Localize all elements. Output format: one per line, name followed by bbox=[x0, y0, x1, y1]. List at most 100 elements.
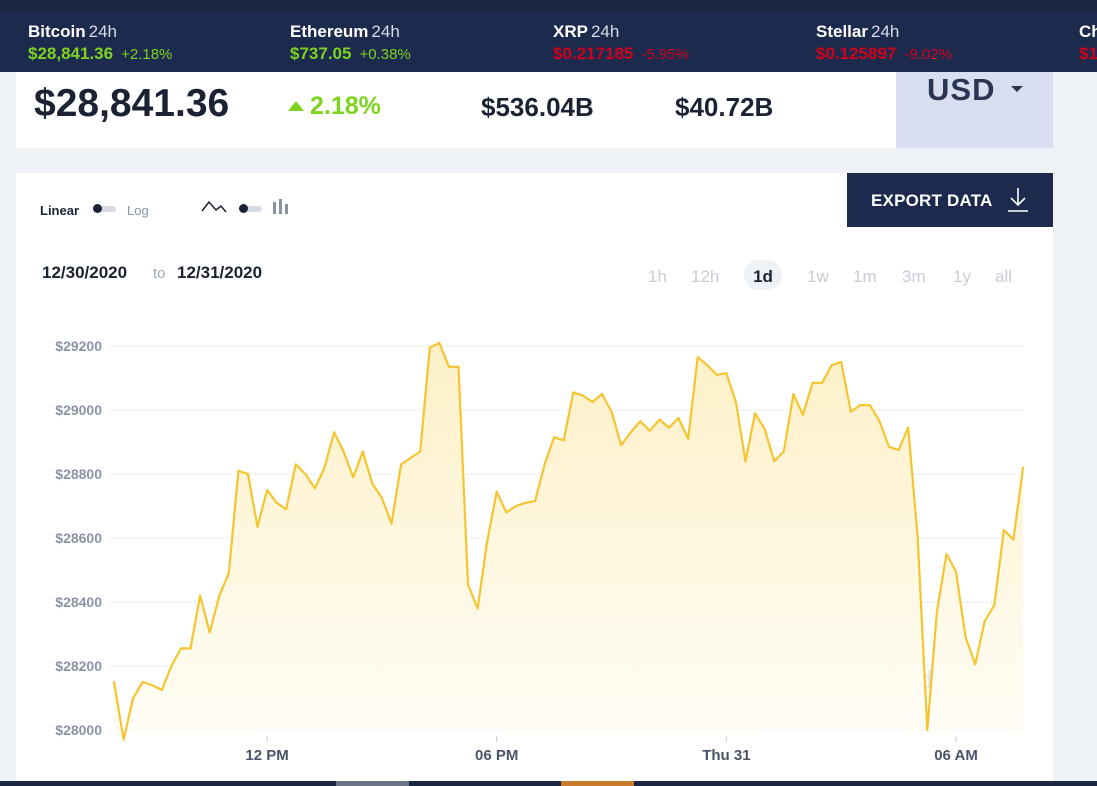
price-point bbox=[112, 680, 116, 684]
bottom-scrollbar bbox=[0, 781, 1097, 786]
price-point bbox=[696, 356, 699, 359]
market-cap-value: $536.04B bbox=[481, 92, 594, 122]
price-point bbox=[285, 508, 288, 511]
price-point bbox=[409, 456, 412, 460]
scale-log-label[interactable]: Log bbox=[127, 203, 149, 218]
range-1m[interactable]: 1m bbox=[853, 267, 877, 287]
price-point bbox=[811, 381, 814, 384]
price-point bbox=[734, 400, 738, 404]
price-point bbox=[199, 594, 202, 597]
date-to-word: to bbox=[153, 265, 166, 282]
x-tick-label: 06 AM bbox=[934, 747, 978, 764]
currency-selector[interactable]: USD bbox=[896, 72, 1053, 148]
bottom-segment bbox=[336, 781, 409, 786]
price-point bbox=[773, 460, 776, 463]
ticker-period: 24h bbox=[371, 22, 400, 41]
price-point bbox=[983, 620, 986, 623]
price-change: 2.18% bbox=[288, 92, 381, 121]
range-1d[interactable]: 1d bbox=[744, 260, 782, 290]
line-chart-icon[interactable] bbox=[201, 199, 227, 215]
ticker-item-stellar[interactable]: Stellar 24h $0.125897 -9.02% bbox=[816, 22, 952, 64]
download-icon bbox=[1008, 188, 1028, 212]
price-point bbox=[246, 472, 250, 476]
price-point bbox=[447, 365, 450, 368]
export-data-button[interactable]: EXPORT DATA bbox=[847, 173, 1053, 227]
price-point bbox=[400, 463, 403, 466]
price-point bbox=[974, 663, 977, 666]
range-12h[interactable]: 12h bbox=[691, 267, 719, 287]
price-point bbox=[792, 392, 795, 396]
price-point bbox=[629, 431, 632, 434]
ticker-name: Ethereum bbox=[290, 22, 369, 41]
scale-toggle[interactable] bbox=[93, 204, 116, 213]
date-from[interactable]: 12/30/2020 bbox=[42, 263, 127, 283]
y-tick-label: $28200 bbox=[55, 658, 102, 674]
price-point bbox=[887, 445, 891, 448]
ticker-change: -5.95% bbox=[641, 46, 689, 63]
price-point bbox=[993, 604, 996, 607]
price-point bbox=[849, 410, 852, 413]
price-point bbox=[1012, 538, 1015, 541]
price-point bbox=[725, 372, 728, 375]
x-tick-label: Thu 31 bbox=[702, 747, 750, 764]
price-point bbox=[533, 500, 537, 503]
price-point bbox=[648, 429, 651, 432]
ticker-name: Ch bbox=[1079, 22, 1097, 41]
price-point bbox=[926, 728, 929, 732]
y-tick-label: $29200 bbox=[55, 338, 102, 354]
range-1y[interactable]: 1y bbox=[953, 267, 971, 287]
range-1h[interactable]: 1h bbox=[648, 267, 667, 287]
date-to[interactable]: 12/31/2020 bbox=[177, 263, 262, 283]
price-point bbox=[667, 426, 671, 429]
ticker-period: 24h bbox=[88, 22, 117, 41]
price-point bbox=[256, 525, 259, 528]
ticker-price: $1 bbox=[1079, 44, 1097, 63]
ticker-change: -9.02% bbox=[904, 46, 952, 63]
y-tick-label: $28000 bbox=[55, 722, 102, 738]
y-tick-label: $28800 bbox=[55, 466, 102, 482]
price-point bbox=[457, 365, 460, 368]
price-point bbox=[945, 552, 948, 556]
price-point bbox=[151, 684, 154, 687]
x-tick-label: 12 PM bbox=[245, 747, 288, 764]
price-area-fill bbox=[114, 342, 1023, 740]
ticker-price: $0.217185 bbox=[553, 44, 634, 63]
price-point bbox=[380, 496, 383, 500]
ticker-period: 24h bbox=[590, 22, 620, 41]
price-point bbox=[486, 540, 489, 543]
price-point bbox=[323, 466, 326, 469]
price-point bbox=[170, 664, 173, 668]
ticker-item-xrp[interactable]: XRP 24h $0.217185 -5.95% bbox=[553, 22, 689, 64]
candlestick-icon[interactable] bbox=[272, 198, 290, 216]
price-value: 28,841.36 bbox=[55, 82, 230, 125]
scale-linear-label[interactable]: Linear bbox=[40, 203, 79, 218]
toggle-knob bbox=[239, 204, 248, 213]
ticker-item-bitcoin[interactable]: Bitcoin 24h $28,841.36 +2.18% bbox=[28, 22, 172, 64]
range-all[interactable]: all bbox=[995, 267, 1012, 287]
ticker-price: $737.05 bbox=[290, 44, 352, 63]
price-point bbox=[208, 631, 211, 634]
price-ticker: Bitcoin 24h $28,841.36 +2.18% Ethereum 24h … bbox=[0, 12, 1097, 72]
toggle-knob bbox=[93, 204, 102, 213]
up-arrow-icon bbox=[288, 101, 304, 111]
ticker-name: Stellar bbox=[816, 22, 868, 41]
price-point bbox=[562, 439, 565, 442]
ticker-item-partial[interactable]: Ch $1 bbox=[1079, 22, 1097, 64]
price-point bbox=[754, 412, 757, 415]
price-point bbox=[275, 501, 278, 504]
price-chart[interactable]: $28000 $28200 $28400 $28600 $28800 $29000 $292… bbox=[16, 290, 1053, 781]
price-point bbox=[266, 488, 269, 492]
price-symbol: $ bbox=[34, 82, 56, 125]
price-point bbox=[916, 536, 919, 540]
y-tick-label: $28600 bbox=[55, 530, 102, 546]
ticker-item-ethereum[interactable]: Ethereum 24h $737.05 +0.38% bbox=[290, 22, 411, 64]
range-3m[interactable]: 3m bbox=[902, 267, 926, 287]
chart-type-toggle[interactable] bbox=[239, 204, 262, 213]
price-point bbox=[1021, 466, 1025, 469]
price-point bbox=[782, 450, 785, 453]
price-point bbox=[868, 404, 872, 407]
price-point bbox=[763, 428, 766, 431]
range-1w[interactable]: 1w bbox=[807, 267, 829, 287]
price-point bbox=[610, 410, 613, 413]
x-tick-label: 06 PM bbox=[475, 747, 518, 764]
